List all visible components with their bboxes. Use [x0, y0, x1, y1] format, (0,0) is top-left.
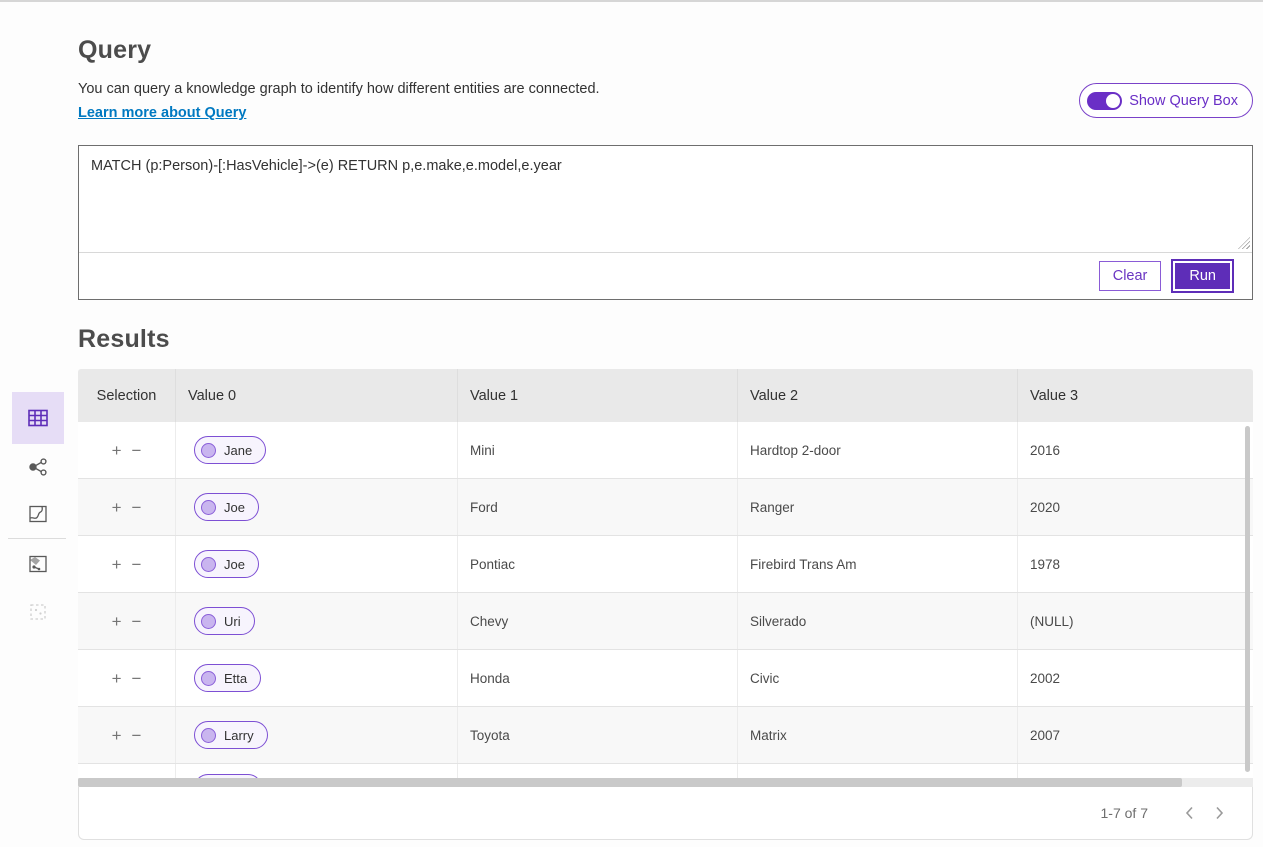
dashed-square-icon [28, 602, 48, 622]
results-title: Results [78, 325, 170, 354]
entity-pill[interactable]: Jane [194, 436, 266, 464]
next-page-button[interactable] [1204, 798, 1234, 828]
cell-model: Matrix [738, 707, 1018, 763]
table-row: + − Etta Honda Civic 2002 [78, 650, 1253, 707]
toggle-switch-icon [1087, 92, 1122, 110]
add-to-selection-button[interactable]: + [112, 499, 122, 516]
entity-dot-icon [201, 728, 216, 743]
remove-from-selection-button[interactable]: − [132, 499, 142, 516]
cell-make: Mini [458, 422, 738, 478]
sidebar-item-map-overlay-view[interactable] [12, 540, 64, 588]
map-icon [27, 504, 49, 524]
cell-make: Chevy [458, 593, 738, 649]
run-button[interactable]: Run [1173, 261, 1232, 291]
table-row-partial [78, 764, 1253, 778]
entity-pill[interactable]: Etta [194, 664, 261, 692]
remove-from-selection-button[interactable]: − [132, 727, 142, 744]
add-to-selection-button[interactable]: + [112, 556, 122, 573]
vertical-scrollbar[interactable] [1245, 426, 1250, 772]
cell-make: Ford [458, 479, 738, 535]
entity-pill[interactable]: Joe [194, 493, 259, 521]
entity-dot-icon [201, 671, 216, 686]
cell-year: 2007 [1018, 707, 1253, 763]
column-header-value0: Value 0 [176, 369, 458, 422]
cell-year: 1978 [1018, 536, 1253, 592]
query-actions: Clear Run [79, 253, 1252, 299]
remove-from-selection-button[interactable]: − [132, 613, 142, 630]
entity-pill[interactable]: Larry [194, 721, 268, 749]
cell-model: Ranger [738, 479, 1018, 535]
sidebar-divider [8, 538, 66, 539]
cell-make: Toyota [458, 707, 738, 763]
add-to-selection-button[interactable]: + [112, 613, 122, 630]
clear-button[interactable]: Clear [1099, 261, 1162, 291]
cell-year: 2016 [1018, 422, 1253, 478]
sidebar-item-selection-view [12, 588, 64, 636]
cell-make: Honda [458, 650, 738, 706]
page-title: Query [78, 36, 151, 65]
entity-pill[interactable]: Joe [194, 550, 259, 578]
table-row: + − Joe Ford Ranger 2020 [78, 479, 1253, 536]
cell-year: (NULL) [1018, 593, 1253, 649]
pagination-range: 1-7 of 7 [1101, 805, 1148, 821]
remove-from-selection-button[interactable]: − [132, 442, 142, 459]
sidebar-item-table-view[interactable] [12, 392, 64, 444]
learn-more-link[interactable]: Learn more about Query [78, 105, 246, 121]
pagination-bar: 1-7 of 7 [78, 787, 1253, 840]
cell-year: 2002 [1018, 650, 1253, 706]
cell-year: 2020 [1018, 479, 1253, 535]
link-chart-icon [27, 457, 49, 477]
query-input[interactable]: MATCH (p:Person)-[:HasVehicle]->(e) RETU… [79, 146, 1252, 252]
table-row: + − Jane Mini Hardtop 2-door 2016 [78, 422, 1253, 479]
remove-from-selection-button[interactable]: − [132, 670, 142, 687]
cell-model: Silverado [738, 593, 1018, 649]
horizontal-scrollbar-track[interactable] [78, 778, 1253, 787]
cell-model: Civic [738, 650, 1018, 706]
toggle-label: Show Query Box [1129, 93, 1238, 109]
table-view-icon [27, 408, 49, 428]
entity-pill[interactable]: Uri [194, 607, 255, 635]
cell-model: Firebird Trans Am [738, 536, 1018, 592]
chevron-right-icon [1215, 806, 1224, 820]
cell-make: Pontiac [458, 536, 738, 592]
horizontal-scrollbar-thumb[interactable] [78, 778, 1182, 787]
query-box: MATCH (p:Person)-[:HasVehicle]->(e) RETU… [78, 145, 1253, 300]
sidebar-item-map-view[interactable] [12, 490, 64, 538]
entity-dot-icon [201, 614, 216, 629]
entity-dot-icon [201, 500, 216, 515]
column-header-selection: Selection [78, 369, 176, 422]
query-description: You can query a knowledge graph to ident… [78, 81, 600, 97]
query-page: Query You can query a knowledge graph to… [0, 0, 1263, 847]
table-row: + − Joe Pontiac Firebird Trans Am 1978 [78, 536, 1253, 593]
table-row: + − Uri Chevy Silverado (NULL) [78, 593, 1253, 650]
entity-dot-icon [201, 443, 216, 458]
results-table: Selection Value 0 Value 1 Value 2 Value … [78, 369, 1253, 778]
map-overlay-icon [27, 554, 49, 574]
cell-model: Hardtop 2-door [738, 422, 1018, 478]
table-header-row: Selection Value 0 Value 1 Value 2 Value … [78, 369, 1253, 422]
column-header-value3: Value 3 [1018, 369, 1253, 422]
table-row: + − Larry Toyota Matrix 2007 [78, 707, 1253, 764]
query-editor-container: MATCH (p:Person)-[:HasVehicle]->(e) RETU… [79, 146, 1252, 253]
add-to-selection-button[interactable]: + [112, 670, 122, 687]
chevron-left-icon [1185, 806, 1194, 820]
add-to-selection-button[interactable]: + [112, 442, 122, 459]
remove-from-selection-button[interactable]: − [132, 556, 142, 573]
column-header-value1: Value 1 [458, 369, 738, 422]
sidebar-item-link-chart-view[interactable] [12, 443, 64, 491]
show-query-box-toggle[interactable]: Show Query Box [1079, 83, 1253, 118]
entity-dot-icon [201, 557, 216, 572]
column-header-value2: Value 2 [738, 369, 1018, 422]
add-to-selection-button[interactable]: + [112, 727, 122, 744]
previous-page-button[interactable] [1174, 798, 1204, 828]
